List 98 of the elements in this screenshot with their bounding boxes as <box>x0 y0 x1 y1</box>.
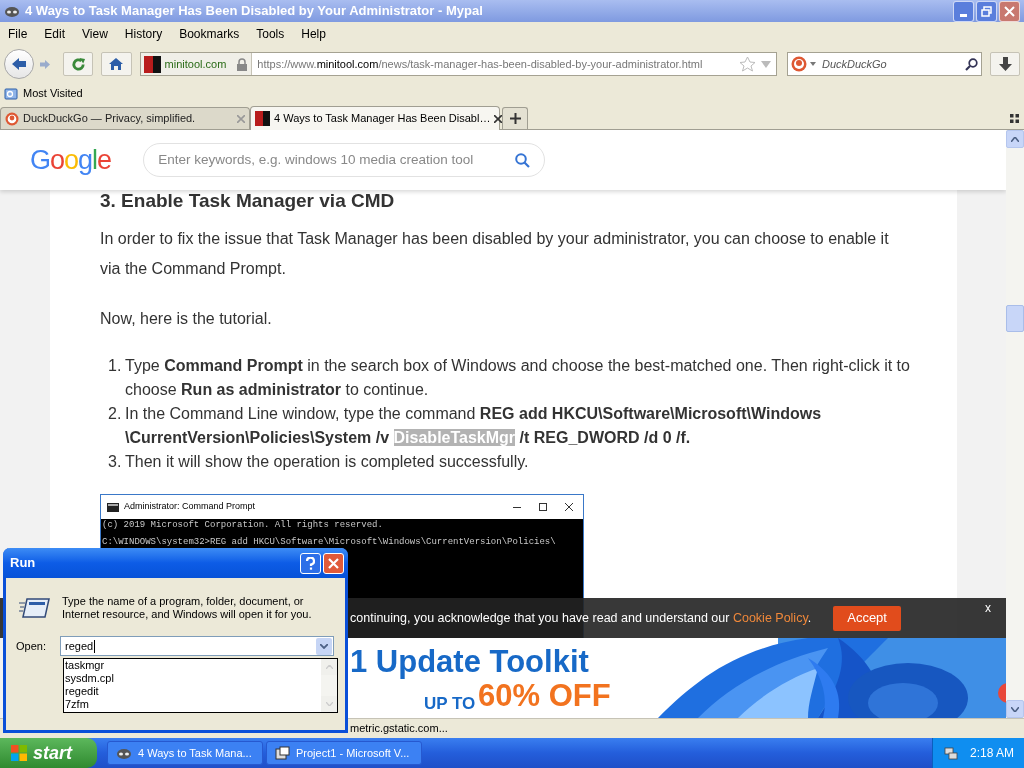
accept-button[interactable]: Accept <box>833 605 901 631</box>
home-icon <box>108 57 125 71</box>
restore-button[interactable] <box>976 1 997 22</box>
site-logo-icon <box>255 111 270 126</box>
download-arrow-icon <box>998 57 1012 71</box>
question-mark-icon <box>306 556 315 570</box>
search-input[interactable]: DuckDuckGo <box>821 55 962 73</box>
menu-item[interactable]: Bookmarks <box>179 25 240 43</box>
browser-tab[interactable]: DuckDuckGo — Privacy, simplified. <box>0 107 250 129</box>
application-icon <box>275 745 290 761</box>
close-button[interactable]: x <box>985 599 991 617</box>
menu-item[interactable]: Tools <box>256 25 285 43</box>
chevron-down-icon <box>320 643 328 649</box>
list-item[interactable]: taskmgr <box>65 659 321 672</box>
new-tab-button[interactable] <box>502 107 528 129</box>
minimize-button[interactable] <box>953 1 974 22</box>
scroll-down-button[interactable] <box>1006 700 1024 718</box>
close-button[interactable] <box>999 1 1020 22</box>
field-label: Open: <box>16 638 47 654</box>
cookie-policy-link[interactable]: Cookie Policy <box>732 610 808 625</box>
home-button[interactable] <box>101 52 132 76</box>
window-title: 4 Ways to Task Manager Has Been Disabled by Your Administrator - Mypal <box>25 2 483 21</box>
list-item[interactable]: sysdm.cpl <box>65 672 321 685</box>
raccoon-icon <box>4 4 20 18</box>
console-icon <box>107 502 119 512</box>
maximize-icon <box>539 503 547 511</box>
menu-item[interactable]: File <box>8 25 28 43</box>
cookie-notice: continuing, you acknowledge that you have read and understand our Cookie Policy. <box>350 609 812 627</box>
taskbar-button[interactable]: 4 Ways to Task Mana... <box>107 741 263 765</box>
search-input[interactable]: Enter keywords, e.g. windows 10 media creation tool <box>158 149 489 171</box>
list-item-text: Then it will show the operation is completed successfully. <box>125 452 530 472</box>
bookmark-folder-icon <box>4 86 18 101</box>
plus-icon <box>509 113 521 124</box>
article-heading: 3. Enable Task Manager via CMD <box>100 189 396 213</box>
scrollbar-thumb[interactable] <box>1006 305 1024 332</box>
console-line: C:\WINDOWS\system32>REG add HKCU\Software\Microsoft\Windows\CurrentVersion\Policies\ <box>102 537 557 548</box>
close-icon <box>1004 6 1015 17</box>
window-title: Administrator: Command Prompt <box>124 500 256 514</box>
list-number: 3. <box>108 452 123 472</box>
minimize-icon <box>513 506 521 508</box>
list-item-text: Type Command Prompt in the search box of Windows and choose the best-matched one. Then right-click it to choose Run as administrator to continue. <box>125 356 911 400</box>
list-item[interactable]: 7zfm <box>65 698 321 711</box>
status-text: metric.gstatic.com... <box>350 721 448 737</box>
console-line: (c) 2019 Microsoft Corporation. All rights reserved. <box>102 520 384 531</box>
ad-offer: 60% OFF <box>478 678 611 714</box>
search-icon[interactable] <box>965 57 979 71</box>
close-icon <box>328 557 339 569</box>
paragraph: Now, here is the tutorial. <box>100 309 273 329</box>
dialog-title: Run <box>10 554 36 573</box>
reload-button[interactable] <box>63 52 93 76</box>
site-logo-icon <box>143 55 161 73</box>
paragraph: In order to fix the issue that Task Manager has been disabled by your administrator, you can choose to enable it via the Command Prompt. <box>100 229 890 279</box>
forward-arrow-icon <box>39 58 52 70</box>
bookmark-item[interactable]: Most Visited <box>4 85 83 102</box>
tab-list-icon[interactable] <box>1010 114 1019 123</box>
menu-item[interactable]: Edit <box>44 25 66 43</box>
clock: 2:18 AM <box>969 745 1014 762</box>
raccoon-icon <box>116 746 132 760</box>
close-button[interactable] <box>323 552 344 574</box>
search-field[interactable]: DuckDuckGo <box>786 52 983 76</box>
duck-logo-icon[interactable] <box>790 56 807 72</box>
list-number: 1. <box>108 356 123 376</box>
network-icon[interactable] <box>943 745 959 761</box>
site-identity-button[interactable]: minitool.com <box>140 53 253 75</box>
dropdown-icon[interactable] <box>809 62 816 66</box>
field-value: reged <box>65 639 96 653</box>
browser-tab[interactable]: 4 Ways to Task Manager Has Been Disabl… <box>250 106 500 130</box>
open-combo-box[interactable]: reged <box>60 636 334 656</box>
menu-item[interactable]: History <box>124 25 163 43</box>
list-number: 2. <box>108 404 123 424</box>
url-text: https://www.minitool.com/news/task-manager-has-been-disabled-by-your-administrator.html <box>257 56 703 72</box>
close-tab-icon[interactable] <box>494 114 503 123</box>
bookmark-star-icon[interactable] <box>738 56 756 72</box>
back-button[interactable] <box>4 49 34 79</box>
menu-item[interactable]: Help <box>301 25 326 43</box>
duck-logo-icon <box>5 111 19 126</box>
restore-icon <box>981 6 992 17</box>
ad-headline: 1 Update Toolkit <box>350 644 589 680</box>
scrollbar[interactable] <box>1006 130 1024 718</box>
close-icon <box>565 503 573 511</box>
dialog-description: Type the name of a program, folder, document, or Internet resource, and Windows will open it for you. <box>62 595 313 621</box>
windows-logo-icon <box>10 744 28 762</box>
run-program-icon <box>19 595 51 619</box>
minimize-icon <box>960 14 967 17</box>
address-bar[interactable]: minitool.com https://www.minitool.com/news/task-manager-has-been-disabled-by-your-administrator.html <box>139 52 777 76</box>
download-button[interactable] <box>990 52 1020 76</box>
dropdown-button[interactable] <box>316 637 332 655</box>
list-item[interactable]: regedit <box>65 685 321 698</box>
menu-item[interactable]: View <box>82 25 108 43</box>
reload-icon <box>70 56 86 72</box>
back-arrow-icon <box>10 57 27 71</box>
lock-icon <box>236 57 249 71</box>
taskbar-button[interactable]: Project1 - Microsoft V... <box>266 741 422 765</box>
ad-text: UP TO <box>424 694 476 714</box>
google-logo[interactable]: Google <box>30 139 112 181</box>
scroll-up-button[interactable] <box>1006 130 1024 148</box>
help-button[interactable] <box>300 552 321 574</box>
list-item-text: In the Command Line window, type the command REG add HKCU\Software\Microsoft\Windows \CurrentVersion\Policies\System /v DisableTaskMgr /t REG_DWORD /d 0 /f. <box>125 404 823 448</box>
